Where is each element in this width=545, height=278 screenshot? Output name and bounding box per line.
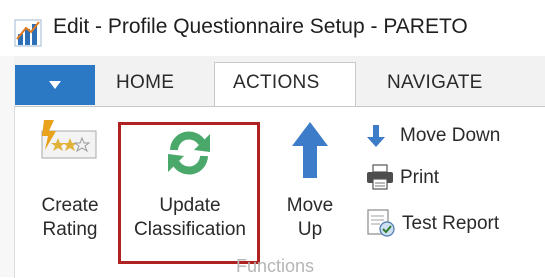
report-icon <box>367 209 395 237</box>
window-title: Edit - Profile Questionnaire Setup - PAR… <box>53 15 468 38</box>
ribbon-menu-button[interactable] <box>15 65 95 105</box>
move-up-label-line2: Up <box>297 219 323 240</box>
chevron-down-icon <box>49 81 61 89</box>
rating-stars-icon <box>41 120 97 159</box>
ribbon-edge <box>0 56 14 277</box>
highlight-box <box>118 122 260 264</box>
move-up-label-line1: Move <box>286 195 334 216</box>
arrow-down-icon <box>367 125 385 147</box>
move-down-label: Move Down <box>400 125 501 146</box>
tab-home[interactable]: HOME <box>116 72 174 94</box>
group-label-functions: Functions <box>236 256 315 276</box>
print-label: Print <box>400 167 440 188</box>
printer-icon <box>367 164 393 190</box>
test-report-label: Test Report <box>402 213 500 234</box>
create-rating-label-line2: Rating <box>42 219 98 240</box>
tab-actions[interactable]: ACTIONS <box>233 72 320 94</box>
title-bar: Edit - Profile Questionnaire Setup - PAR… <box>0 0 545 56</box>
arrow-up-icon <box>292 122 328 178</box>
app-chart-icon <box>14 19 42 47</box>
create-rating-label-line1: Create <box>41 195 99 216</box>
tab-navigate[interactable]: NAVIGATE <box>387 72 483 94</box>
